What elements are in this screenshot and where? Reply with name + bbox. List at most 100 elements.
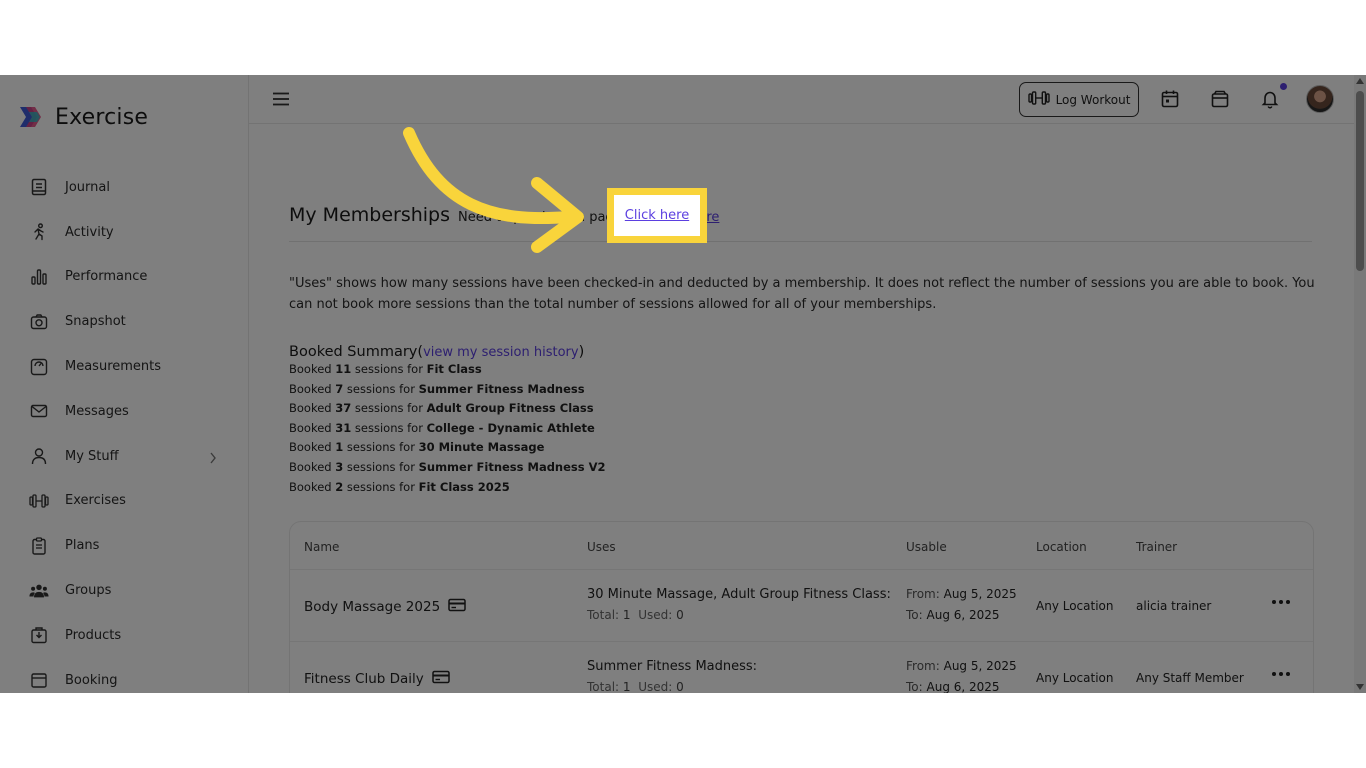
memberships-table: Name Uses Usable Location Trainer Body M… xyxy=(289,521,1314,693)
from-date: Aug 5, 2025 xyxy=(943,587,1017,601)
total-value: 1 xyxy=(622,680,631,693)
bell-icon[interactable] xyxy=(1260,89,1282,111)
chevron-right-icon[interactable] xyxy=(209,449,217,468)
uses-info-text: "Uses" shows how many sessions have been… xyxy=(289,276,1315,312)
from-date: Aug 5, 2025 xyxy=(943,659,1017,673)
sidebar-item-messages[interactable]: Messages xyxy=(0,389,249,434)
from-label: From: xyxy=(906,659,940,673)
sidebar-item-products[interactable]: Products xyxy=(0,613,249,658)
menu-icon[interactable] xyxy=(271,89,291,109)
log-workout-button[interactable]: Log Workout xyxy=(1019,82,1139,117)
log-workout-label: Log Workout xyxy=(1055,92,1131,107)
sidebar-item-snapshot[interactable]: Snapshot xyxy=(0,299,249,344)
membership-name-text: Body Massage 2025 xyxy=(304,599,441,615)
sidebar-item-plans[interactable]: Plans xyxy=(0,523,249,568)
credit-card-icon xyxy=(432,670,450,688)
column-header-usable[interactable]: Usable xyxy=(906,540,947,554)
scrollbar-thumb[interactable] xyxy=(1356,91,1364,271)
sidebar-item-performance[interactable]: Performance xyxy=(0,255,249,300)
used-value: 0 xyxy=(676,608,684,622)
sidebar-item-groups[interactable]: Groups xyxy=(0,568,249,613)
summary-line: Booked 3 sessions for Summer Fitness Mad… xyxy=(289,458,606,478)
class-name: Summer Fitness Madness xyxy=(418,381,585,396)
sidebar-item-label: Performance xyxy=(65,269,148,285)
column-header-name[interactable]: Name xyxy=(304,540,339,554)
total-label: Total: xyxy=(587,608,620,622)
table-body: Body Massage 2025 30 Minute Massage, Adul… xyxy=(290,570,1313,693)
divider xyxy=(289,241,1312,242)
booked-summary-title: Booked Summary(view my session history) xyxy=(289,344,606,360)
summary-prefix: Booked xyxy=(289,401,332,416)
summary-line: Booked 37 sessions for Adult Group Fitne… xyxy=(289,399,606,419)
main-content: My Memberships Need to purchase a packag… xyxy=(249,124,1354,693)
to-label: To: xyxy=(906,680,923,693)
clipboard-icon xyxy=(29,536,49,556)
brand-name: Exercise xyxy=(55,104,149,130)
membership-name-text: Fitness Club Daily xyxy=(304,671,424,687)
sidebar-item-activity[interactable]: Activity xyxy=(0,210,249,255)
credit-card-icon xyxy=(448,598,466,616)
sidebar-item-label: Messages xyxy=(65,403,129,419)
avatar[interactable] xyxy=(1306,85,1334,113)
summary-line: Booked 2 sessions for Fit Class 2025 xyxy=(289,478,606,498)
summary-prefix: Booked xyxy=(289,420,332,435)
usable-cell: From: Aug 5, 2025 To: Aug 6, 2025 xyxy=(906,584,1017,626)
sidebar-item-label: Groups xyxy=(65,583,112,599)
sidebar-item-journal[interactable]: Journal xyxy=(0,165,249,210)
scroll-down-arrow-icon[interactable] xyxy=(1356,684,1364,690)
table-row: Body Massage 2025 30 Minute Massage, Adul… xyxy=(290,570,1313,642)
sidebar-item-label: Plans xyxy=(65,538,100,554)
notification-dot xyxy=(1280,83,1287,90)
location-cell: Any Location xyxy=(1036,671,1114,685)
class-name: Summer Fitness Madness V2 xyxy=(418,459,606,474)
journal-icon xyxy=(29,177,49,197)
more-options-icon[interactable] xyxy=(1272,672,1290,676)
summary-line: Booked 7 sessions for Summer Fitness Mad… xyxy=(289,380,606,400)
session-count: 7 xyxy=(335,381,344,396)
dumbbell-icon xyxy=(29,491,49,511)
more-options-icon[interactable] xyxy=(1272,600,1290,604)
sidebar-item-label: Activity xyxy=(65,224,114,240)
column-header-trainer[interactable]: Trainer xyxy=(1136,540,1177,554)
sidebar-item-my-stuff[interactable]: My Stuff xyxy=(0,434,249,479)
summary-middle: sessions for xyxy=(354,401,423,416)
activity-icon xyxy=(29,222,49,242)
summary-prefix: Booked xyxy=(289,479,332,494)
sidebar: Exercise Journal Activity Performance Sn… xyxy=(0,75,249,693)
from-label: From: xyxy=(906,587,940,601)
sidebar-item-measurements[interactable]: Measurements xyxy=(0,344,249,389)
store-icon[interactable] xyxy=(1210,89,1232,111)
session-count: 1 xyxy=(335,440,344,455)
sidebar-item-label: Exercises xyxy=(65,493,126,509)
summary-middle: sessions for xyxy=(346,440,415,455)
location-cell: Any Location xyxy=(1036,599,1114,613)
session-count: 2 xyxy=(335,479,344,494)
dumbbell-icon xyxy=(1027,90,1050,109)
class-name: Fit Class 2025 xyxy=(418,479,510,494)
usable-cell: From: Aug 5, 2025 To: Aug 6, 2025 xyxy=(906,656,1017,693)
mail-icon xyxy=(29,401,49,421)
session-history-link[interactable]: view my session history xyxy=(423,345,579,360)
scroll-up-arrow-icon[interactable] xyxy=(1356,78,1364,84)
user-icon xyxy=(29,446,49,466)
summary-middle: sessions for xyxy=(346,459,415,474)
summary-close-paren: ) xyxy=(578,344,585,360)
brand[interactable]: Exercise xyxy=(17,103,148,131)
column-header-uses[interactable]: Uses xyxy=(587,540,616,554)
app-window: Exercise Journal Activity Performance Sn… xyxy=(0,75,1366,693)
membership-name: Body Massage 2025 xyxy=(304,598,466,616)
scrollbar[interactable] xyxy=(1354,75,1366,693)
usable-from: From: Aug 5, 2025 xyxy=(906,584,1017,605)
uses-cell: 30 Minute Massage, Adult Group Fitness C… xyxy=(587,587,891,622)
booked-summary: Booked Summary(view my session history) … xyxy=(289,344,606,497)
column-header-location[interactable]: Location xyxy=(1036,540,1087,554)
sidebar-item-booking[interactable]: Booking xyxy=(0,658,249,693)
calendar-icon[interactable] xyxy=(1160,89,1182,111)
sidebar-item-exercises[interactable]: Exercises xyxy=(0,479,249,524)
summary-line: Booked 1 sessions for 30 Minute Massage xyxy=(289,438,606,458)
usable-to: To: Aug 6, 2025 xyxy=(906,677,1017,693)
click-here-link-highlighted[interactable]: Click here xyxy=(625,208,689,223)
groups-icon xyxy=(29,581,49,601)
trainer-cell: alicia trainer xyxy=(1136,599,1212,613)
sidebar-item-label: Measurements xyxy=(65,359,162,375)
